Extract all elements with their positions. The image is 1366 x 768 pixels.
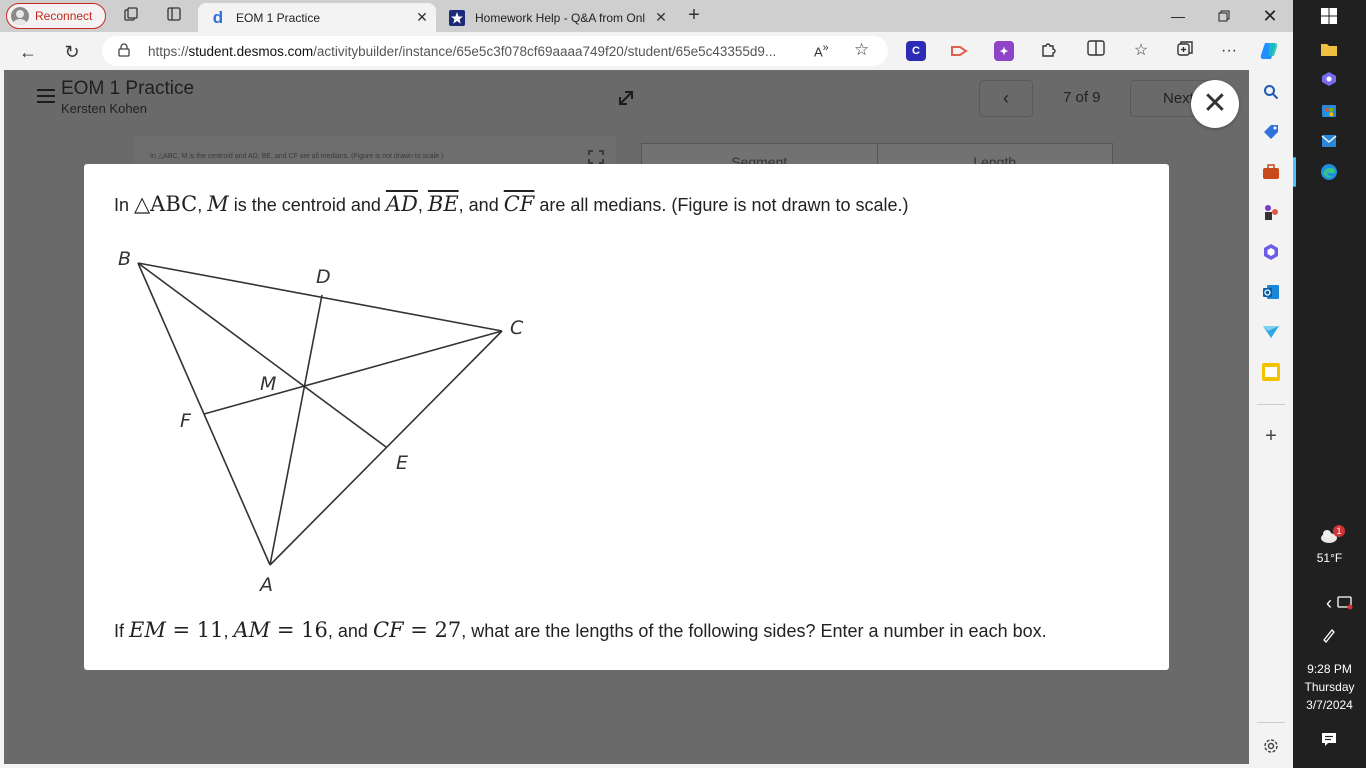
question-prompt: In △ABC, M is the centroid and AD, BE, a…	[114, 192, 909, 216]
drop-icon[interactable]	[1260, 361, 1282, 383]
activity-header: EOM 1 Practice Kersten Kohen ‹ 7 of 9 Ne…	[4, 70, 1249, 125]
clock[interactable]: 9:28 PM Thursday 3/7/2024	[1293, 662, 1366, 712]
label-f: F	[180, 410, 192, 432]
tab-actions-icon[interactable]	[164, 6, 184, 26]
table-header-length: Length	[973, 154, 1017, 170]
table-header-segment: Segment	[642, 144, 878, 170]
edge-browser-icon[interactable]	[1318, 161, 1340, 183]
url-text: https://student.desmos.com/activitybuild…	[148, 43, 777, 59]
activity-title: EOM 1 Practice	[61, 78, 195, 99]
sidebar-divider	[1257, 722, 1285, 723]
refresh-icon[interactable]: ↻	[59, 39, 85, 65]
label-c: C	[510, 317, 524, 339]
question-given-values: If EM = 11, AM = 16, and CF = 27, what a…	[114, 618, 1047, 642]
clock-day: Thursday	[1304, 680, 1355, 694]
close-window-icon[interactable]: ✕	[1247, 0, 1293, 32]
student-name: Kersten Kohen	[61, 101, 148, 116]
windows-taskbar: 1 51°F ‹ 9:28 PM Thursday 3/7/2024	[1293, 0, 1366, 768]
background-question-card	[134, 136, 616, 166]
workspaces-icon[interactable]	[121, 6, 141, 26]
homework-star-icon	[449, 9, 465, 26]
office-app-icon[interactable]	[1318, 68, 1340, 90]
close-modal-button[interactable]: ✕	[1191, 80, 1239, 128]
collections-icon[interactable]	[1174, 40, 1196, 62]
mail-icon[interactable]	[1318, 130, 1340, 152]
address-bar[interactable]: https://student.desmos.com/activitybuild…	[102, 36, 888, 66]
windows-start-icon[interactable]	[1318, 5, 1340, 27]
median-cf	[203, 330, 503, 415]
shopping-tag-icon[interactable]	[1260, 121, 1282, 143]
tab-homework-help[interactable]: Homework Help - Q&A from Onl ✕	[437, 3, 675, 32]
profile-icon	[11, 7, 29, 25]
back-icon[interactable]: ←	[15, 39, 41, 65]
temperature: 51°F	[1316, 551, 1343, 565]
extension-c-icon[interactable]: C	[906, 41, 926, 61]
tools-briefcase-icon[interactable]	[1260, 161, 1282, 183]
label-a: A	[258, 574, 273, 596]
menu-icon[interactable]	[37, 89, 55, 103]
outlook-icon[interactable]	[1260, 281, 1282, 303]
notifications-icon[interactable]	[1318, 728, 1340, 750]
navigation-bar: ← ↻ https://student.desmos.com/activityb…	[0, 32, 1293, 70]
desmos-activity: EOM 1 Practice Kersten Kohen ‹ 7 of 9 Ne…	[4, 70, 1249, 764]
active-app-indicator	[1293, 157, 1296, 187]
search-icon[interactable]	[1260, 81, 1282, 103]
restore-icon[interactable]	[1201, 0, 1247, 32]
file-explorer-icon[interactable]	[1318, 38, 1340, 60]
extension-arrow-icon[interactable]	[949, 41, 969, 61]
side-ca	[269, 330, 503, 566]
fullscreen-expand-icon[interactable]	[616, 88, 636, 108]
reconnect-button[interactable]: Reconnect	[6, 3, 106, 29]
tab-strip: Reconnect d EOM 1 Practice ✕ Homework He…	[0, 0, 1293, 32]
background-question-text: In △ABC, M is the centroid and AD, BE, a…	[150, 153, 444, 160]
favorite-star-icon[interactable]: ☆	[854, 40, 869, 60]
clock-time: 9:28 PM	[1307, 662, 1352, 676]
sidebar-settings-icon[interactable]	[1260, 735, 1282, 757]
extension-puzzle-purple-icon[interactable]: ✦	[994, 41, 1014, 61]
browser-window: Reconnect d EOM 1 Practice ✕ Homework He…	[0, 0, 1293, 768]
lock-icon	[118, 42, 134, 60]
triangle-figure: B D C M F E A	[118, 248, 524, 596]
tab-title: EOM 1 Practice	[236, 10, 321, 25]
median-be	[137, 262, 387, 448]
sidebar-divider	[1257, 404, 1285, 405]
display-icon[interactable]	[1334, 592, 1356, 614]
clock-date: 3/7/2024	[1306, 698, 1353, 712]
copilot-icon[interactable]	[1259, 40, 1281, 62]
weather-icon: 1	[1293, 525, 1366, 547]
read-aloud-icon[interactable]: A»	[814, 42, 829, 59]
microsoft-365-icon[interactable]	[1260, 241, 1282, 263]
tab-close-icon[interactable]: ✕	[414, 9, 430, 26]
games-icon[interactable]	[1260, 201, 1282, 223]
favorites-icon[interactable]: ☆	[1130, 40, 1152, 62]
extensions-icon[interactable]	[1037, 40, 1059, 62]
store-icon[interactable]	[1318, 99, 1340, 121]
tab-eom-practice[interactable]: d EOM 1 Practice ✕	[198, 3, 436, 32]
tab-close-icon[interactable]: ✕	[653, 9, 669, 26]
label-d: D	[316, 266, 331, 288]
label-m: M	[260, 373, 276, 395]
tab-title: Homework Help - Q&A from Onl	[475, 10, 646, 25]
add-sidebar-app-icon[interactable]: +	[1260, 425, 1282, 447]
previous-screen-button[interactable]: ‹	[979, 80, 1033, 117]
label-b: B	[118, 248, 131, 270]
split-screen-icon[interactable]	[1085, 40, 1107, 62]
median-ad	[269, 294, 323, 566]
more-options-icon[interactable]: ···	[1218, 40, 1240, 62]
new-tab-icon[interactable]: +	[683, 4, 705, 26]
desmos-icon: d	[212, 7, 224, 27]
reconnect-label: Reconnect	[35, 9, 93, 23]
pen-icon[interactable]	[1318, 624, 1340, 646]
minimize-icon[interactable]: —	[1155, 0, 1201, 32]
edge-sidebar: +	[1249, 70, 1293, 768]
zoomed-question-modal: In △ABC, M is the centroid and AD, BE, a…	[84, 164, 1169, 670]
weather-widget[interactable]: 1 51°F	[1293, 525, 1366, 565]
background-zoom-icon[interactable]	[588, 150, 604, 164]
weather-badge: 1	[1333, 525, 1345, 537]
label-e: E	[396, 452, 408, 474]
screen-counter: 7 of 9	[1063, 89, 1101, 106]
send-icon[interactable]	[1260, 321, 1282, 343]
